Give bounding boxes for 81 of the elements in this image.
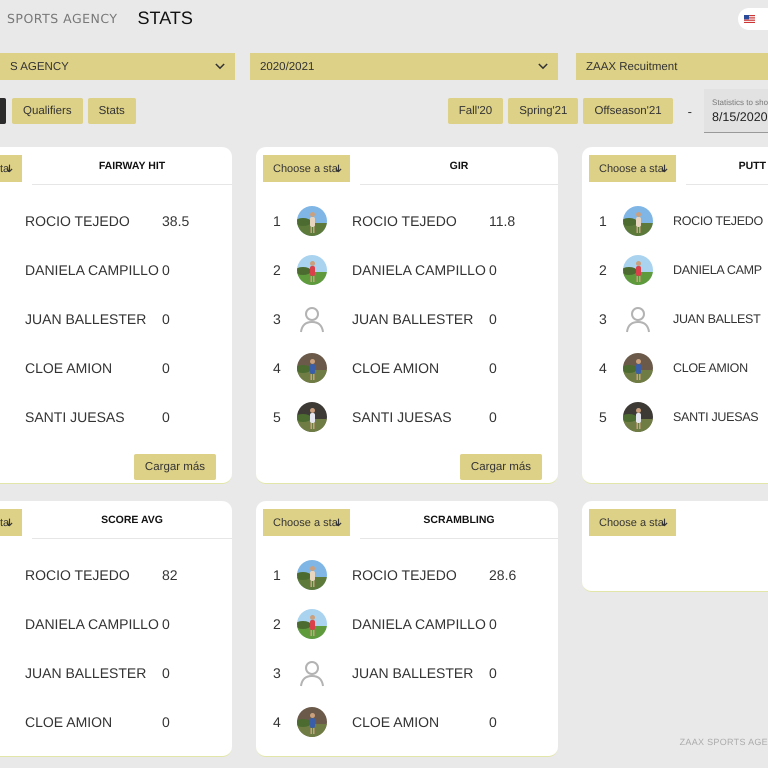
- rank-number: 1: [273, 212, 282, 228]
- stat-value: 0: [489, 310, 497, 326]
- player-name: CLOE AMION: [25, 714, 114, 730]
- rank-number: 3: [273, 664, 282, 680]
- date-field[interactable]: Statistics to sho 8/15/2020: [704, 89, 768, 133]
- stat-value: 0: [489, 360, 497, 376]
- stat-value: 28.6: [489, 566, 516, 582]
- rank-number: 2: [273, 262, 282, 278]
- stat-select[interactable]: Choose a sta: [263, 155, 350, 182]
- stat-select[interactable]: Choose a sta: [589, 155, 676, 182]
- season-button[interactable]: Fall'20: [448, 98, 504, 124]
- tab[interactable]: Qualifiers: [12, 98, 83, 124]
- player-name: DANIELA CAMPILLO: [352, 616, 487, 632]
- player-name: JUAN BALLESTER: [352, 664, 474, 680]
- rank-number: 3: [599, 310, 608, 326]
- tab[interactable]: Stats: [88, 98, 136, 124]
- flag-icon: [744, 14, 755, 22]
- stat-value: 0: [162, 616, 170, 632]
- load-more-button[interactable]: Cargar más: [134, 454, 216, 480]
- rank-number: 5: [599, 408, 608, 424]
- brand-name: SPORTS AGENCY: [7, 11, 118, 26]
- player-name: JUAN BALLEST: [673, 312, 760, 326]
- player-name: CLOE AMION: [25, 360, 114, 376]
- player-name: DANIELA CAMPILLO: [25, 616, 160, 632]
- range-separator: -: [688, 104, 692, 118]
- season-button[interactable]: Spring'21: [508, 98, 578, 124]
- stat-select[interactable]: Choose a sta: [589, 509, 676, 536]
- footer-text: ZAAX SPORTS AGE: [680, 737, 768, 747]
- card-title: GIR: [360, 155, 558, 185]
- stat-value: 0: [162, 714, 170, 730]
- stat-value: 82: [162, 566, 178, 582]
- stat-value: 0: [162, 408, 170, 424]
- rank-number: 4: [599, 360, 608, 376]
- load-more-button[interactable]: Cargar más: [460, 454, 542, 480]
- dropdown[interactable]: ZAAX Recuitment: [576, 53, 768, 80]
- stat-value: 0: [162, 360, 170, 376]
- stat-value: 0: [489, 262, 497, 278]
- stat-select[interactable]: Choose a sta: [263, 509, 350, 536]
- stat-value: 0: [489, 714, 497, 730]
- rank-number: 2: [599, 262, 608, 278]
- player-name: JUAN BALLESTER: [25, 664, 148, 680]
- stat-value: 0: [489, 408, 497, 424]
- stat-value: 38.5: [162, 212, 190, 228]
- player-name: SANTI JUESAS: [673, 410, 758, 424]
- player-name: SANTI JUESAS: [352, 408, 453, 424]
- dropdown[interactable]: S AGENCY: [0, 53, 235, 80]
- language-button[interactable]: [738, 8, 768, 30]
- rank-number: 4: [273, 714, 282, 730]
- rank-number: 1: [599, 212, 608, 228]
- player-name: CLOE AMION: [352, 360, 440, 376]
- stat-value: 0: [162, 262, 170, 278]
- rank-number: 5: [273, 408, 282, 424]
- rank-number: 2: [273, 616, 282, 632]
- player-name: DANIELA CAMPILLO: [25, 262, 160, 278]
- stat-value: 0: [489, 616, 497, 632]
- player-name: DANIELA CAMPILLO: [352, 262, 487, 278]
- stat-value: 0: [489, 664, 497, 680]
- player-name: ROCIO TEJEDO: [352, 212, 458, 228]
- player-name: ROCIO TEJEDO: [25, 566, 131, 582]
- player-name: JUAN BALLESTER: [352, 310, 474, 326]
- card-title: FAIRWAY HIT: [32, 155, 232, 185]
- rank-number: 3: [273, 310, 282, 326]
- player-name: CLOE AMION: [673, 360, 748, 374]
- player-name: ROCIO TEJEDO: [25, 212, 131, 228]
- player-name: DANIELA CAMP: [673, 262, 762, 276]
- stat-value: 0: [162, 310, 170, 326]
- card-title: SCORE AVG: [32, 509, 232, 539]
- card-title: SCRAMBLING: [360, 509, 558, 539]
- player-name: JUAN BALLESTER: [25, 310, 148, 326]
- stat-value: 0: [162, 664, 170, 680]
- rank-number: 1: [273, 566, 282, 582]
- stat-value: 11.8: [489, 212, 516, 228]
- dropdown[interactable]: 2020/2021: [250, 53, 558, 80]
- player-name: ROCIO TEJEDO: [673, 214, 763, 228]
- card-title: PUTT: [686, 155, 768, 185]
- rank-number: 4: [273, 360, 282, 376]
- player-name: CLOE AMION: [352, 714, 440, 730]
- player-name: ROCIO TEJEDO: [352, 566, 458, 582]
- season-button[interactable]: Offseason'21: [583, 98, 673, 124]
- player-name: SANTI JUESAS: [25, 408, 126, 424]
- page-title: STATS: [138, 8, 193, 29]
